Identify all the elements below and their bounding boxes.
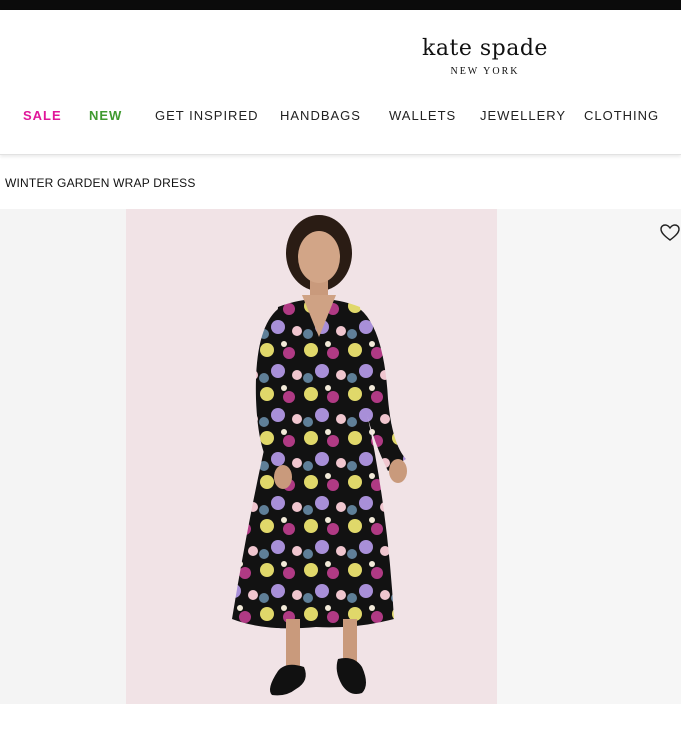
brand-logo-wordmark: kate spade [422, 36, 548, 61]
nav-item-sale[interactable]: SALE [23, 107, 62, 125]
wishlist-heart-icon[interactable] [659, 222, 681, 244]
nav-item-new[interactable]: NEW [89, 107, 122, 125]
nav-item-handbags[interactable]: HANDBAGS [280, 107, 361, 125]
nav-item-clothing[interactable]: CLOTHING [584, 107, 659, 125]
brand-logo[interactable]: kate spade NEW YORK [420, 36, 550, 77]
main-navigation: SALE NEW GET INSPIRED HANDBAGS WALLETS J… [0, 107, 681, 125]
product-title: WINTER GARDEN WRAP DRESS [5, 176, 196, 190]
nav-item-wallets[interactable]: WALLETS [389, 107, 456, 125]
site-header: kate spade NEW YORK SALE NEW GET INSPIRE… [0, 10, 681, 155]
nav-item-get-inspired[interactable]: GET INSPIRED [155, 107, 259, 125]
product-image[interactable] [126, 209, 497, 704]
model-photo-illustration [232, 215, 407, 696]
nav-item-jewellery[interactable]: JEWELLERY [480, 107, 566, 125]
top-announcement-bar [0, 0, 681, 10]
product-image-gallery[interactable] [0, 209, 681, 704]
next-product-image-preview[interactable] [497, 209, 681, 704]
brand-logo-location: NEW YORK [450, 66, 520, 77]
